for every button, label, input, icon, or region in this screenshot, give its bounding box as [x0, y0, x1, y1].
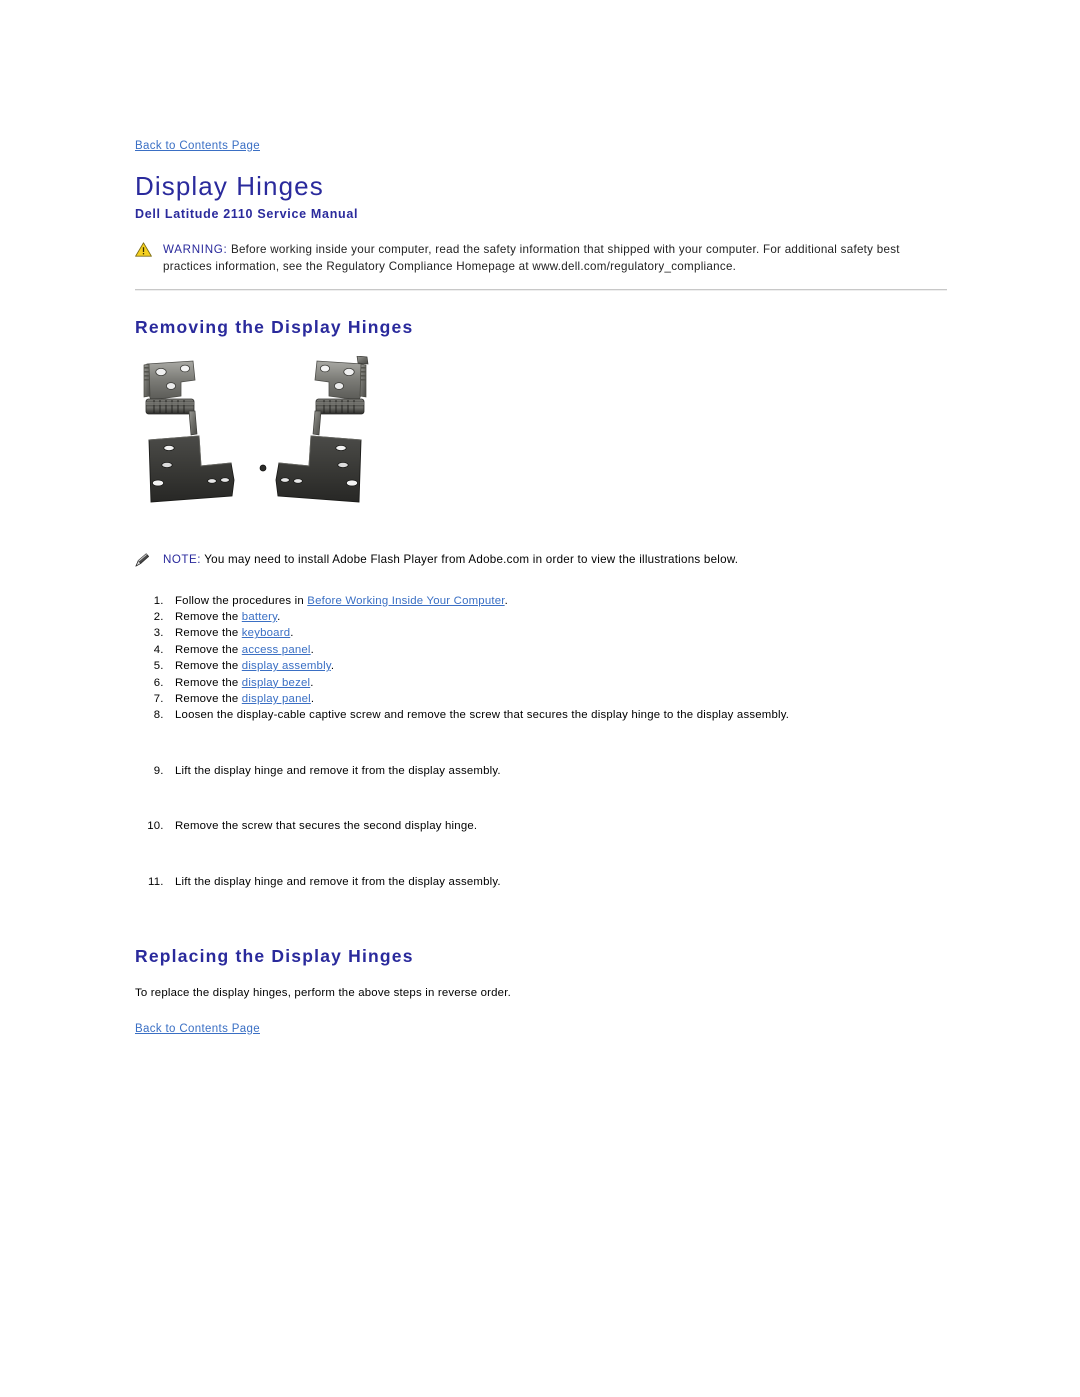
- step-pre: Remove the: [175, 643, 242, 656]
- step-pre: Remove the: [175, 660, 242, 673]
- list-item: Lift the display hinge and remove it fro…: [167, 764, 1015, 777]
- document-content: Back to Contents Page Display Hinges Del…: [135, 136, 1015, 1037]
- list-item: Remove the screw that secures the second…: [167, 821, 1015, 832]
- note-text: NOTE: You may need to install Adobe Flas…: [163, 552, 738, 568]
- step-pre: Remove the: [175, 627, 242, 640]
- note-callout: NOTE: You may need to install Adobe Flas…: [135, 552, 1015, 572]
- replacing-paragraph: To replace the display hinges, perform t…: [135, 987, 511, 1000]
- warning-body: Before working inside your computer, rea…: [163, 242, 900, 273]
- warning-text: WARNING: Before working inside your comp…: [163, 241, 947, 275]
- step-post: .: [310, 693, 315, 706]
- page-title: Display Hinges: [135, 171, 324, 201]
- hinges-illustration: [143, 355, 369, 503]
- back-to-contents-link-bottom[interactable]: Back to Contents Page: [135, 1023, 260, 1035]
- warning-triangle-icon: [135, 241, 155, 257]
- list-item: Remove the display panel.: [167, 693, 1015, 706]
- removal-steps-list: Follow the procedures in Before Working …: [135, 594, 1015, 888]
- step-pre: Follow the procedures in: [175, 594, 308, 607]
- list-item: Loosen the display-cable captive screw a…: [167, 710, 1015, 721]
- list-item: Lift the display hinge and remove it fro…: [167, 875, 1015, 888]
- step-pre: Lift the display hinge and remove it fro…: [175, 764, 501, 777]
- list-item: Remove the keyboard.: [167, 628, 1015, 639]
- list-item: Remove the access panel.: [167, 643, 1015, 656]
- step-link[interactable]: display assembly: [242, 660, 331, 672]
- back-to-contents-link-top[interactable]: Back to Contents Page: [135, 140, 260, 152]
- display-hinges-figure: [135, 355, 375, 524]
- step-pre: Remove the: [175, 693, 242, 706]
- list-item: Remove the display bezel.: [167, 676, 1015, 689]
- document-page: Back to Contents Page Display Hinges Del…: [0, 0, 1080, 1397]
- horizontal-divider: [135, 288, 947, 291]
- back-to-contents-bottom-wrap: Back to Contents Page: [135, 1019, 1015, 1037]
- note-label: NOTE:: [163, 552, 201, 566]
- step-post: .: [277, 611, 281, 623]
- section-title-removing: Removing the Display Hinges: [135, 316, 414, 337]
- list-item: Follow the procedures in Before Working …: [167, 594, 1015, 607]
- step-link[interactable]: battery: [242, 611, 277, 623]
- warning-label: WARNING:: [163, 242, 228, 256]
- note-body: You may need to install Adobe Flash Play…: [200, 552, 739, 566]
- step-pre: Remove the screw that secures the second…: [175, 820, 478, 833]
- section-title-replacing: Replacing the Display Hinges: [135, 946, 414, 967]
- page-subtitle: Dell Latitude 2110 Service Manual: [135, 206, 359, 221]
- step-link[interactable]: access panel: [242, 644, 311, 656]
- step-link[interactable]: display panel: [242, 693, 311, 705]
- step-link[interactable]: keyboard: [242, 627, 290, 639]
- step-pre: Remove the: [175, 611, 242, 623]
- note-pencil-icon: [135, 552, 155, 572]
- step-post: .: [310, 643, 315, 656]
- step-link[interactable]: display bezel: [242, 677, 310, 689]
- list-item: Remove the display assembly.: [167, 661, 1015, 672]
- step-pre: Loosen the display-cable captive screw a…: [175, 709, 790, 722]
- step-post: .: [504, 594, 509, 607]
- step-pre: Lift the display hinge and remove it fro…: [175, 875, 501, 888]
- warning-callout: WARNING: Before working inside your comp…: [135, 241, 947, 275]
- list-item: Remove the battery.: [167, 611, 1015, 623]
- step-pre: Remove the: [175, 676, 242, 689]
- step-post: .: [310, 676, 314, 689]
- step-link[interactable]: Before Working Inside Your Computer: [307, 595, 504, 607]
- step-post: .: [330, 660, 335, 673]
- step-post: .: [290, 627, 294, 640]
